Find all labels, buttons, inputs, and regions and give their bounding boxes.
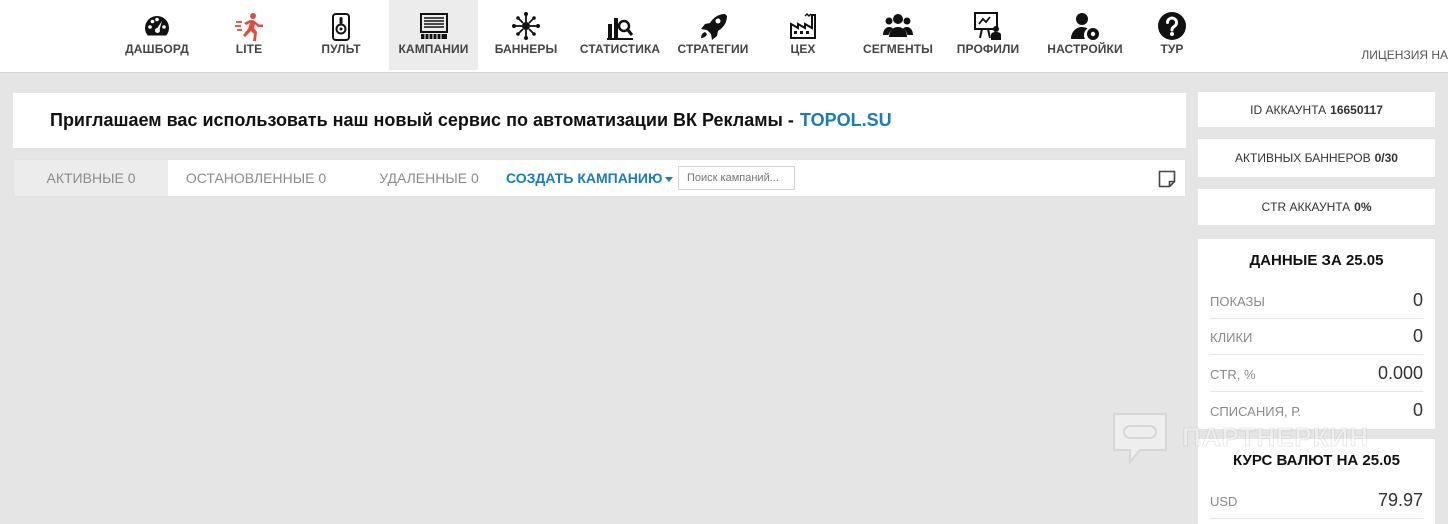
data-row-value: 0 xyxy=(1412,326,1423,346)
nav-label: ПУЛЬТ xyxy=(321,42,361,56)
data-row-impressions: ПОКАЗЫ 0 xyxy=(1210,282,1423,319)
tab-deleted-campaigns[interactable]: УДАЛЕННЫЕ 0 xyxy=(366,160,492,196)
nav-item-remote[interactable]: ПУЛЬТ xyxy=(305,0,377,70)
create-campaign-dropdown[interactable]: СОЗДАТЬ КАМПАНИЮ xyxy=(506,160,674,196)
nav-item-lite[interactable]: LITE xyxy=(214,0,284,70)
nav-label: СЕГМЕНТЫ xyxy=(862,42,934,56)
sticky-note-icon[interactable] xyxy=(1157,169,1177,189)
nav-item-dashboard[interactable]: ДАШБОРД xyxy=(115,0,199,70)
question-icon xyxy=(1156,10,1188,42)
campaign-search-input[interactable] xyxy=(678,166,795,190)
announcement-link[interactable]: TOPOL.SU xyxy=(800,110,892,131)
announcement-banner: Приглашаем вас использовать наш новый се… xyxy=(13,93,1186,148)
remote-control-icon xyxy=(325,10,357,42)
daily-data-title: ДАННЫЕ ЗА 25.05 xyxy=(1249,252,1384,269)
nav-label: СТРАТЕГИИ xyxy=(677,42,749,56)
nav-item-banners[interactable]: БАННЕРЫ xyxy=(487,0,565,70)
currency-row-value: 79.97 xyxy=(1377,489,1423,510)
user-settings-icon xyxy=(1069,10,1101,42)
nav-label: СТАТИСТИКА xyxy=(579,42,661,56)
data-row-value: 0.000 xyxy=(1377,362,1423,383)
account-id-value: 16650117 xyxy=(1330,102,1383,117)
nav-item-campaigns[interactable]: КАМПАНИИ xyxy=(389,0,478,70)
nav-label: НАСТРОЙКИ xyxy=(1047,42,1123,56)
data-row-value: 0 xyxy=(1412,289,1423,310)
nav-label: ДАШБОРД xyxy=(125,42,189,56)
top-navigation: ДАШБОРД LITE ПУЛЬТ КАМПАНИИ БАННЕРЫ СТАТ… xyxy=(0,0,1448,73)
nav-item-factory[interactable]: ЦЕХ xyxy=(774,0,832,70)
nav-item-profiles[interactable]: ПРОФИЛИ xyxy=(950,0,1026,70)
account-ctr-value: 0% xyxy=(1354,200,1372,214)
account-id-box: ID АККАУНТА 16650117 xyxy=(1198,92,1435,127)
nav-item-strategies[interactable]: СТРАТЕГИИ xyxy=(672,0,754,70)
currency-row-label: USD xyxy=(1210,493,1238,509)
currency-row-usd: USD 79.97 xyxy=(1210,482,1423,519)
nav-item-segments[interactable]: СЕГМЕНТЫ xyxy=(856,0,940,70)
account-ctr-label: CTR АККАУНТА xyxy=(1261,200,1351,214)
data-row-label: CTR, % xyxy=(1210,366,1256,382)
active-banners-value: 0/30 xyxy=(1374,151,1398,165)
license-label[interactable]: ЛИЦЕНЗИЯ НА xyxy=(1361,48,1448,62)
currency-panel: КУРС ВАЛЮТ НА 25.05 USD 79.97 xyxy=(1198,439,1435,524)
users-group-icon xyxy=(882,10,914,42)
active-banners-label: АКТИВНЫХ БАННЕРОВ xyxy=(1235,151,1371,165)
banners-network-icon xyxy=(510,10,542,42)
campaign-tabs-bar: АКТИВНЫЕ 0 ОСТАНОВЛЕННЫЕ 0 УДАЛЕННЫЕ 0 С… xyxy=(13,159,1186,197)
data-row-label: КЛИКИ xyxy=(1210,330,1253,345)
statistics-chart-icon xyxy=(604,10,636,42)
nav-label: ТУР xyxy=(1160,42,1184,56)
tab-stopped-campaigns[interactable]: ОСТАНОВЛЕННЫЕ 0 xyxy=(174,160,338,196)
profile-presentation-icon xyxy=(972,10,1004,42)
data-row-ctr: CTR, % 0.000 xyxy=(1210,355,1423,392)
account-id-label: ID АККАУНТА xyxy=(1250,102,1327,117)
tab-active-campaigns[interactable]: АКТИВНЫЕ 0 xyxy=(14,160,168,196)
nav-label: ЦЕХ xyxy=(790,42,816,56)
dashboard-gauge-icon xyxy=(141,10,173,42)
nav-label: КАМПАНИИ xyxy=(398,42,469,56)
nav-label: ПРОФИЛИ xyxy=(956,42,1020,56)
currency-title: КУРС ВАЛЮТ НА 25.05 xyxy=(1233,452,1400,469)
data-row-label: ПОКАЗЫ xyxy=(1210,293,1265,309)
factory-icon xyxy=(787,10,819,42)
data-row-clicks: КЛИКИ 0 xyxy=(1210,319,1423,355)
nav-item-tour[interactable]: ТУР xyxy=(1150,0,1194,70)
nav-item-statistics[interactable]: СТАТИСТИКА xyxy=(574,0,666,70)
campaigns-board-icon xyxy=(418,10,450,42)
nav-label: БАННЕРЫ xyxy=(494,42,558,56)
nav-item-settings[interactable]: НАСТРОЙКИ xyxy=(1040,0,1130,70)
rocket-icon xyxy=(697,10,729,42)
caret-down-icon xyxy=(665,176,674,182)
daily-data-panel: ДАННЫЕ ЗА 25.05 ПОКАЗЫ 0 КЛИКИ 0 CTR, % … xyxy=(1198,239,1435,429)
nav-label: LITE xyxy=(235,42,263,56)
active-banners-box: АКТИВНЫХ БАННЕРОВ 0/30 xyxy=(1198,139,1435,177)
announcement-text: Приглашаем вас использовать наш новый се… xyxy=(50,110,794,130)
create-campaign-label: СОЗДАТЬ КАМПАНИЮ xyxy=(506,170,663,186)
data-row-label: СПИСАНИЯ, Р. xyxy=(1210,404,1302,419)
runner-icon xyxy=(233,10,265,42)
data-row-value: 0 xyxy=(1412,400,1423,420)
data-row-spend: СПИСАНИЯ, Р. 0 xyxy=(1210,392,1423,429)
account-ctr-box: CTR АККАУНТА 0% xyxy=(1198,189,1435,225)
